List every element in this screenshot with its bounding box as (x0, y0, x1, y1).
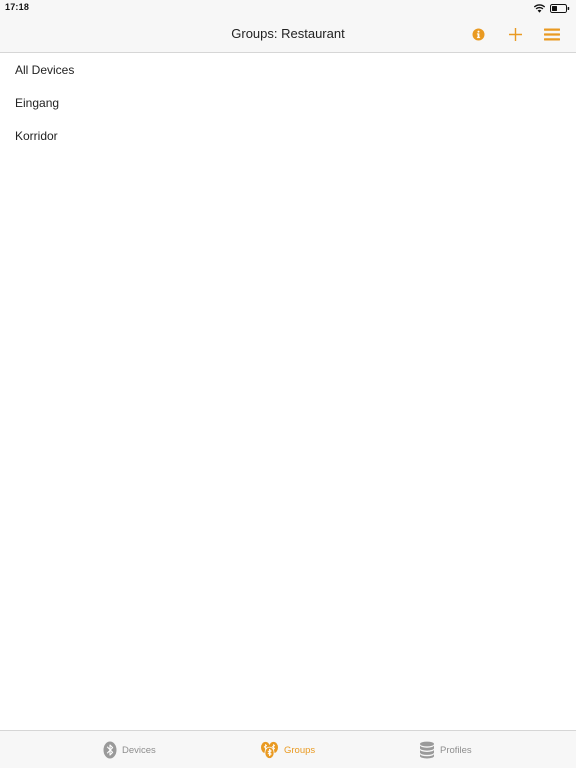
tab-profiles[interactable]: Profiles (419, 731, 472, 768)
info-icon (472, 28, 484, 40)
hamburger-menu-icon (544, 28, 560, 40)
menu-button[interactable] (541, 24, 563, 44)
group-item-all-devices[interactable]: All Devices (0, 53, 576, 86)
tab-label: Groups (284, 744, 316, 756)
tab-devices[interactable]: Devices (103, 731, 156, 768)
group-list: All Devices Eingang Korridor (0, 53, 576, 152)
plus-icon (508, 27, 522, 41)
status-time: 17:18 (5, 2, 30, 12)
battery-icon (550, 3, 570, 13)
groups-icon (261, 741, 278, 759)
database-icon (420, 741, 434, 759)
wifi-icon (534, 3, 545, 13)
bluetooth-icon (103, 741, 117, 759)
status-indicators (534, 3, 570, 13)
info-button[interactable] (467, 24, 489, 44)
page-title: Groups: Restaurant (231, 26, 345, 41)
tab-groups[interactable]: Groups (260, 731, 315, 768)
tab-label: Profiles (440, 744, 472, 756)
tab-label: Devices (122, 744, 156, 756)
group-item-eingang[interactable]: Eingang (0, 86, 576, 119)
tab-bar: Devices Groups Profiles (0, 730, 576, 768)
navigation-bar: Groups: Restaurant (0, 16, 576, 53)
status-bar: 17:18 (0, 0, 576, 16)
add-group-button[interactable] (504, 24, 526, 44)
group-item-korridor[interactable]: Korridor (0, 119, 576, 152)
